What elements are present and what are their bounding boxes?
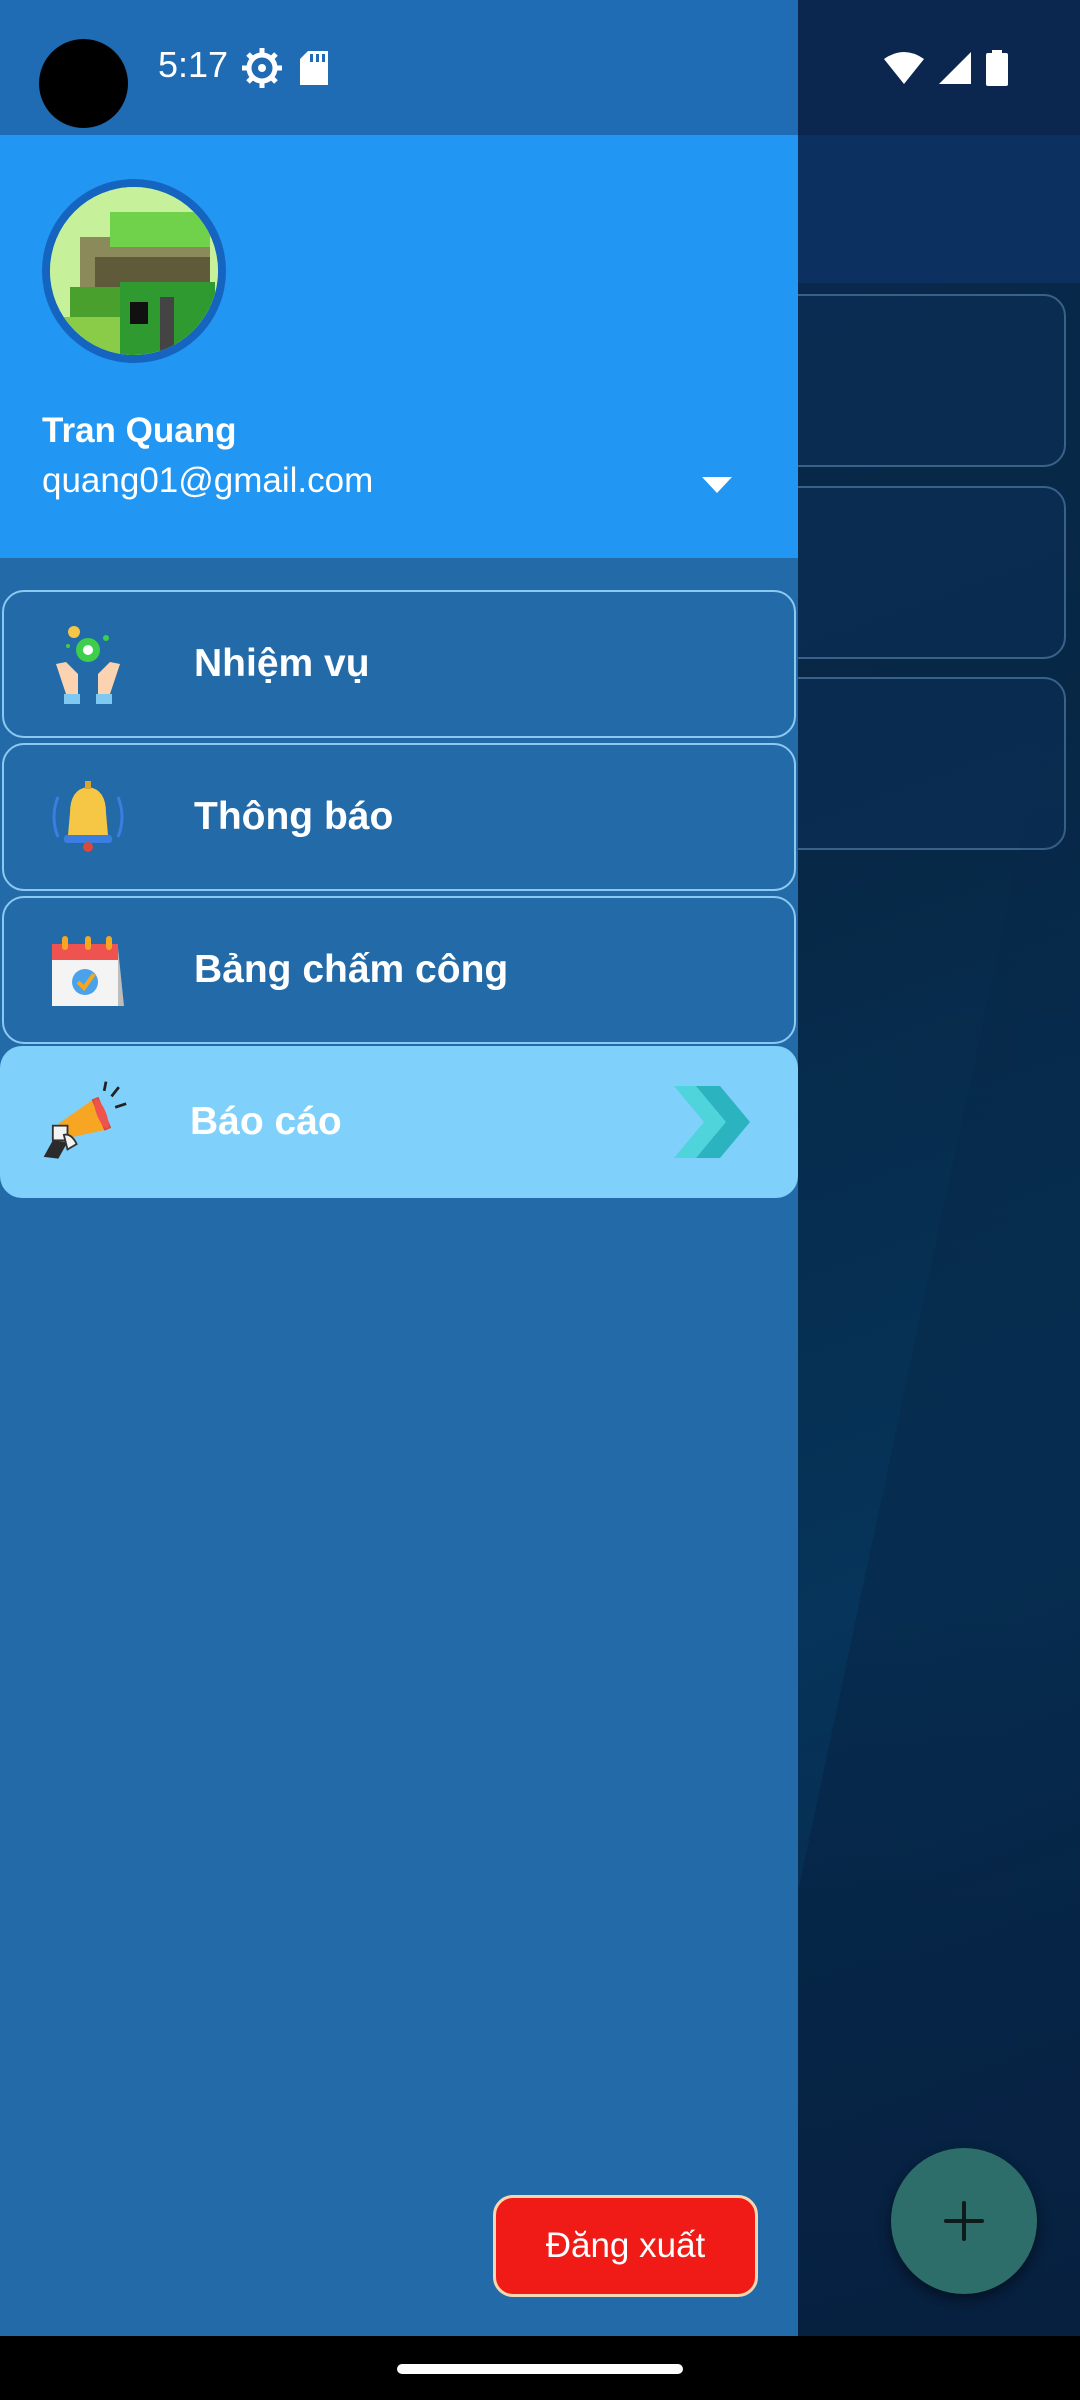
menu-item-thong-bao[interactable]: Thông báo xyxy=(2,743,796,891)
user-email: quang01@gmail.com xyxy=(42,461,374,500)
calendar-check-icon xyxy=(44,926,132,1014)
home-gesture-handle[interactable] xyxy=(397,2364,683,2374)
wifi-icon xyxy=(884,52,924,84)
add-fab-button[interactable] xyxy=(891,2148,1037,2294)
battery-icon xyxy=(986,50,1008,86)
bell-icon xyxy=(44,773,132,861)
menu-item-label: Bảng chấm công xyxy=(194,948,509,991)
logout-button[interactable]: Đăng xuất xyxy=(493,2195,758,2297)
chevron-down-icon[interactable] xyxy=(700,475,734,495)
menu-item-label: Thông báo xyxy=(194,795,394,838)
hands-gear-icon xyxy=(44,620,132,708)
camera-cutout xyxy=(39,39,128,128)
status-bar-right xyxy=(884,48,1008,88)
status-left-icons xyxy=(242,48,328,88)
double-chevron-right-icon xyxy=(674,1086,750,1158)
navigation-drawer: 5:17 Tran Quang quang01@gmail.com Nhiệm … xyxy=(0,0,798,2336)
menu-item-bang-cham-cong[interactable]: Bảng chấm công xyxy=(2,896,796,1044)
settings-gear-icon xyxy=(242,48,282,88)
menu-item-bao-cao[interactable]: Báo cáo xyxy=(0,1046,798,1198)
drawer-header: Tran Quang quang01@gmail.com xyxy=(0,135,798,558)
avatar-image xyxy=(50,187,218,355)
user-name: Tran Quang xyxy=(42,411,237,450)
status-bar: 5:17 xyxy=(0,0,798,135)
menu-item-nhiem-vu[interactable]: Nhiệm vụ xyxy=(2,590,796,738)
megaphone-icon xyxy=(40,1078,128,1166)
avatar[interactable] xyxy=(42,179,226,363)
menu-item-label: Nhiệm vụ xyxy=(194,642,370,685)
status-time: 5:17 xyxy=(158,44,229,85)
sd-card-icon xyxy=(300,51,328,85)
cellular-signal-icon xyxy=(939,52,971,84)
plus-icon xyxy=(944,2201,984,2241)
menu-item-label: Báo cáo xyxy=(190,1100,342,1143)
